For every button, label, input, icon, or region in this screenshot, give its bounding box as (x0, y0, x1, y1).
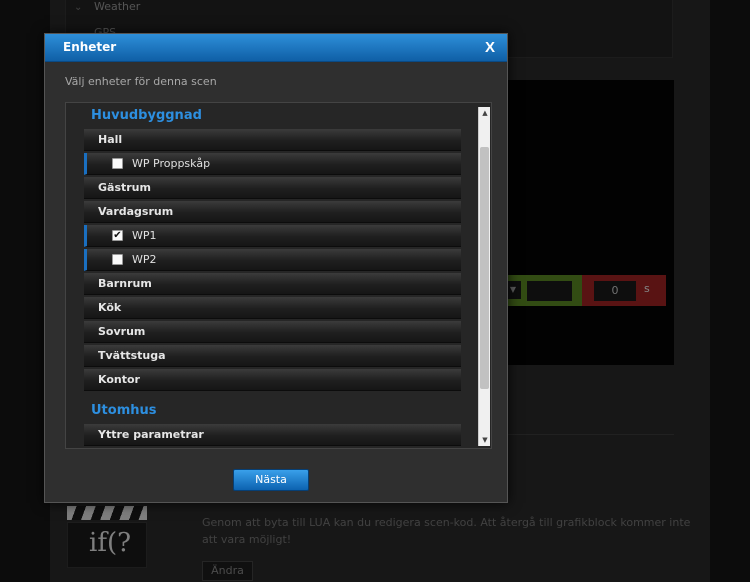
room-label: Gästrum (98, 181, 151, 194)
device-label: WP2 (132, 253, 157, 266)
dialog-subtitle: Välj enheter för denna scen (65, 75, 217, 88)
scroll-down-icon[interactable]: ▼ (479, 434, 491, 446)
room-label: Sovrum (98, 325, 146, 338)
group-heading: Huvudbyggnad (91, 108, 202, 123)
room-label: Vardagsrum (98, 205, 174, 218)
scroll-thumb[interactable] (480, 147, 489, 389)
device-list: Huvudbyggnad Hall WP Proppskåp Gästrum V… (66, 103, 476, 448)
room-label: Barnrum (98, 277, 152, 290)
room-row: Gästrum (84, 177, 461, 199)
room-row: Hall (84, 129, 461, 151)
room-label: Hall (98, 133, 123, 146)
room-row: Tvättstuga (84, 345, 461, 367)
list-scrollbar[interactable]: ▲ ▼ (478, 107, 490, 446)
group-heading: Utomhus (91, 403, 157, 418)
scroll-up-icon[interactable]: ▲ (479, 107, 491, 119)
room-row: Vardagsrum (84, 201, 461, 223)
device-checkbox[interactable] (112, 158, 123, 169)
device-list-panel[interactable]: Huvudbyggnad Hall WP Proppskåp Gästrum V… (65, 102, 492, 449)
device-checkbox[interactable] (112, 254, 123, 265)
dialog-title: Enheter (63, 40, 117, 54)
device-label: WP Proppskåp (132, 157, 211, 170)
room-label: Tvättstuga (98, 349, 166, 362)
room-label: Yttre parametrar (98, 428, 204, 441)
device-row[interactable]: WP Proppskåp (84, 153, 461, 175)
room-row: Kök (84, 297, 461, 319)
room-row: Kontor (84, 369, 461, 391)
next-button[interactable]: Nästa (233, 469, 309, 491)
room-label: Kök (98, 301, 122, 314)
devices-dialog: Enheter X Välj enheter för denna scen Hu… (44, 33, 508, 503)
room-row: Barnrum (84, 273, 461, 295)
device-checkbox[interactable]: ✔ (112, 230, 123, 241)
room-row: Yttre parametrar (84, 424, 461, 446)
close-icon[interactable]: X (485, 39, 495, 56)
device-label: WP1 (132, 229, 157, 242)
dialog-titlebar[interactable]: Enheter X (45, 34, 507, 62)
room-label: Kontor (98, 373, 140, 386)
device-row[interactable]: WP2 (84, 249, 461, 271)
room-row: Sovrum (84, 321, 461, 343)
device-row[interactable]: ✔ WP1 (84, 225, 461, 247)
